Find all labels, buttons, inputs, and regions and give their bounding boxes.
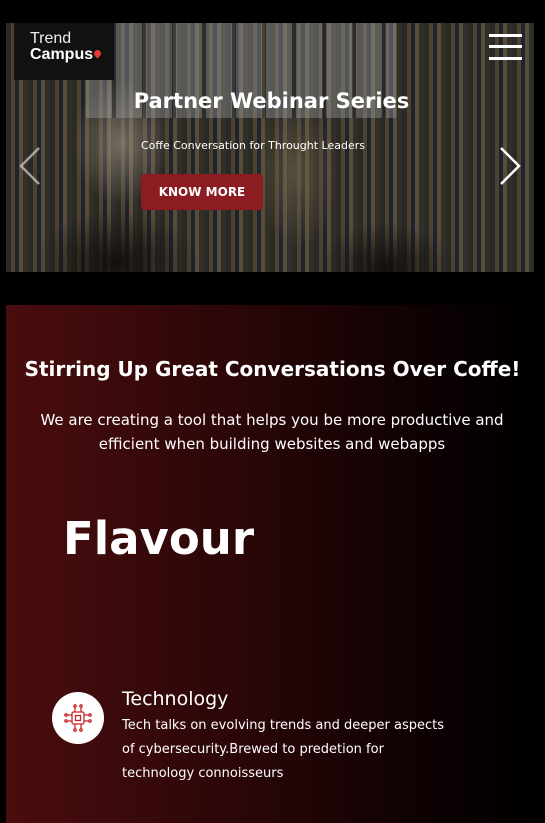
technology-feature-icon — [52, 692, 104, 744]
flavour-heading: Flavour — [63, 512, 255, 565]
hamburger-menu-icon[interactable] — [489, 32, 523, 62]
section-description: We are creating a tool that helps you be… — [40, 411, 504, 453]
chevron-right-icon[interactable] — [497, 146, 523, 190]
chevron-left-icon[interactable] — [17, 146, 43, 190]
technology-title: Technology — [122, 688, 229, 710]
hero-title: Partner Webinar Series — [133, 89, 410, 113]
technology-description: Tech talks on evolving trends and deeper… — [122, 718, 444, 781]
logo-text-campus: Campus — [30, 46, 94, 63]
circuit-chip-icon — [64, 704, 92, 732]
hero-subtitle: Coffe Conversation for Throught Leaders — [141, 139, 365, 152]
section-title: Stirring Up Great Conversations Over Cof… — [24, 357, 521, 381]
location-pin-icon — [92, 48, 103, 59]
know-more-button[interactable]: KNOW MORE — [141, 174, 263, 210]
logo[interactable]: Trend Campus — [14, 23, 114, 80]
